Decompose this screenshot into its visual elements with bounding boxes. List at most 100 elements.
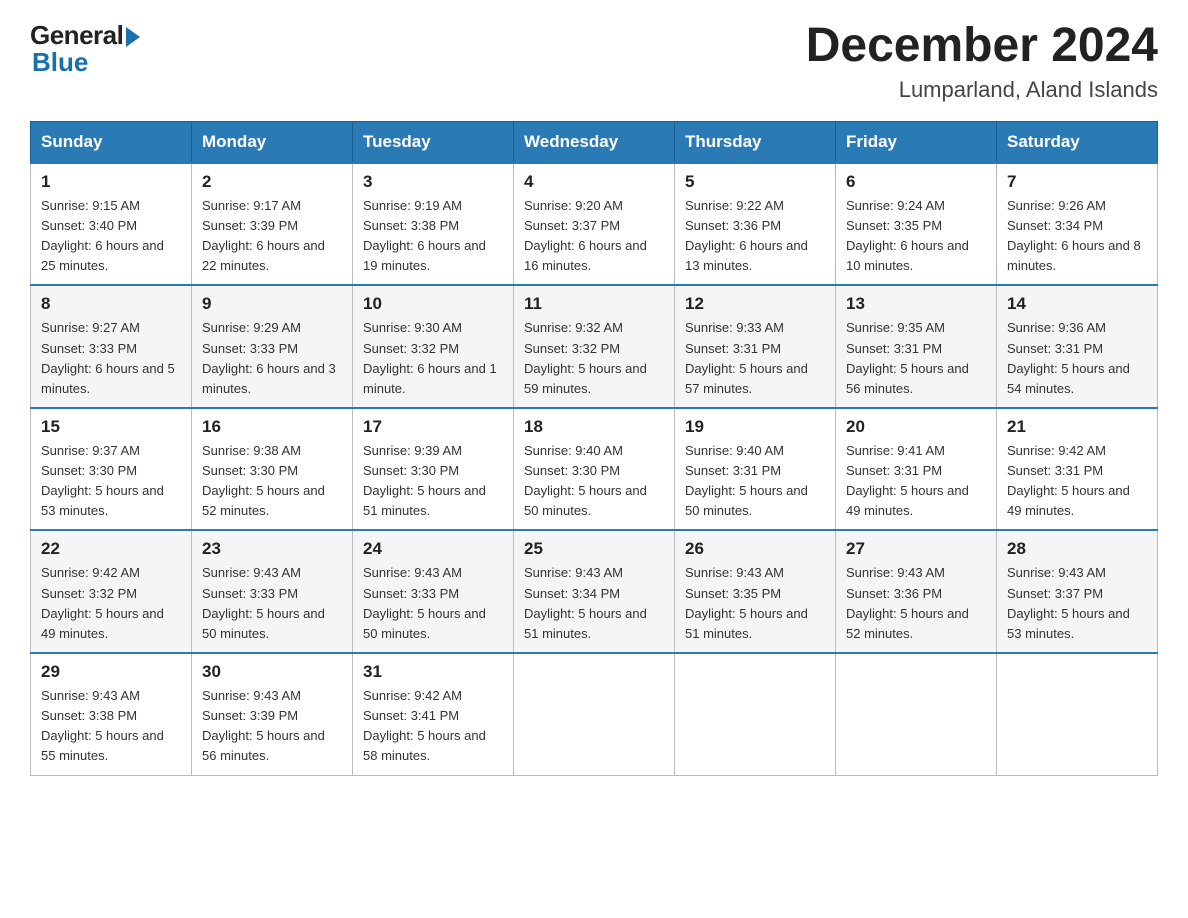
- calendar-week-3: 15 Sunrise: 9:37 AM Sunset: 3:30 PM Dayl…: [31, 408, 1158, 531]
- table-row: 2 Sunrise: 9:17 AM Sunset: 3:39 PM Dayli…: [192, 163, 353, 286]
- day-info: Sunrise: 9:29 AM Sunset: 3:33 PM Dayligh…: [202, 318, 342, 399]
- day-info: Sunrise: 9:33 AM Sunset: 3:31 PM Dayligh…: [685, 318, 825, 399]
- day-number: 7: [1007, 172, 1147, 192]
- table-row: 26 Sunrise: 9:43 AM Sunset: 3:35 PM Dayl…: [675, 530, 836, 653]
- day-info: Sunrise: 9:41 AM Sunset: 3:31 PM Dayligh…: [846, 441, 986, 522]
- day-number: 31: [363, 662, 503, 682]
- day-info: Sunrise: 9:43 AM Sunset: 3:35 PM Dayligh…: [685, 563, 825, 644]
- day-number: 27: [846, 539, 986, 559]
- table-row: 10 Sunrise: 9:30 AM Sunset: 3:32 PM Dayl…: [353, 285, 514, 408]
- page-subtitle: Lumparland, Aland Islands: [806, 77, 1158, 103]
- col-sunday: Sunday: [31, 121, 192, 163]
- table-row: 19 Sunrise: 9:40 AM Sunset: 3:31 PM Dayl…: [675, 408, 836, 531]
- table-row: 20 Sunrise: 9:41 AM Sunset: 3:31 PM Dayl…: [836, 408, 997, 531]
- day-info: Sunrise: 9:26 AM Sunset: 3:34 PM Dayligh…: [1007, 196, 1147, 277]
- logo: General Blue: [30, 20, 140, 78]
- table-row: 3 Sunrise: 9:19 AM Sunset: 3:38 PM Dayli…: [353, 163, 514, 286]
- col-wednesday: Wednesday: [514, 121, 675, 163]
- day-info: Sunrise: 9:15 AM Sunset: 3:40 PM Dayligh…: [41, 196, 181, 277]
- day-number: 12: [685, 294, 825, 314]
- table-row: 25 Sunrise: 9:43 AM Sunset: 3:34 PM Dayl…: [514, 530, 675, 653]
- day-number: 1: [41, 172, 181, 192]
- day-info: Sunrise: 9:24 AM Sunset: 3:35 PM Dayligh…: [846, 196, 986, 277]
- day-number: 20: [846, 417, 986, 437]
- title-section: December 2024 Lumparland, Aland Islands: [806, 20, 1158, 103]
- day-number: 17: [363, 417, 503, 437]
- page-header: General Blue December 2024 Lumparland, A…: [30, 20, 1158, 103]
- day-info: Sunrise: 9:42 AM Sunset: 3:32 PM Dayligh…: [41, 563, 181, 644]
- table-row: 21 Sunrise: 9:42 AM Sunset: 3:31 PM Dayl…: [997, 408, 1158, 531]
- table-row: 17 Sunrise: 9:39 AM Sunset: 3:30 PM Dayl…: [353, 408, 514, 531]
- col-saturday: Saturday: [997, 121, 1158, 163]
- calendar-week-4: 22 Sunrise: 9:42 AM Sunset: 3:32 PM Dayl…: [31, 530, 1158, 653]
- day-number: 16: [202, 417, 342, 437]
- day-number: 2: [202, 172, 342, 192]
- logo-triangle-icon: [126, 27, 140, 47]
- calendar-header-row: Sunday Monday Tuesday Wednesday Thursday…: [31, 121, 1158, 163]
- day-number: 8: [41, 294, 181, 314]
- day-info: Sunrise: 9:42 AM Sunset: 3:31 PM Dayligh…: [1007, 441, 1147, 522]
- day-number: 19: [685, 417, 825, 437]
- day-info: Sunrise: 9:43 AM Sunset: 3:33 PM Dayligh…: [363, 563, 503, 644]
- day-info: Sunrise: 9:38 AM Sunset: 3:30 PM Dayligh…: [202, 441, 342, 522]
- day-info: Sunrise: 9:20 AM Sunset: 3:37 PM Dayligh…: [524, 196, 664, 277]
- day-number: 22: [41, 539, 181, 559]
- col-friday: Friday: [836, 121, 997, 163]
- table-row: 4 Sunrise: 9:20 AM Sunset: 3:37 PM Dayli…: [514, 163, 675, 286]
- day-number: 30: [202, 662, 342, 682]
- day-number: 21: [1007, 417, 1147, 437]
- logo-blue-text: Blue: [30, 47, 88, 78]
- table-row: [997, 653, 1158, 775]
- day-number: 15: [41, 417, 181, 437]
- table-row: 7 Sunrise: 9:26 AM Sunset: 3:34 PM Dayli…: [997, 163, 1158, 286]
- table-row: 14 Sunrise: 9:36 AM Sunset: 3:31 PM Dayl…: [997, 285, 1158, 408]
- calendar-table: Sunday Monday Tuesday Wednesday Thursday…: [30, 121, 1158, 776]
- day-info: Sunrise: 9:43 AM Sunset: 3:34 PM Dayligh…: [524, 563, 664, 644]
- table-row: 9 Sunrise: 9:29 AM Sunset: 3:33 PM Dayli…: [192, 285, 353, 408]
- table-row: 15 Sunrise: 9:37 AM Sunset: 3:30 PM Dayl…: [31, 408, 192, 531]
- table-row: [836, 653, 997, 775]
- table-row: 12 Sunrise: 9:33 AM Sunset: 3:31 PM Dayl…: [675, 285, 836, 408]
- table-row: 13 Sunrise: 9:35 AM Sunset: 3:31 PM Dayl…: [836, 285, 997, 408]
- day-info: Sunrise: 9:27 AM Sunset: 3:33 PM Dayligh…: [41, 318, 181, 399]
- calendar-week-5: 29 Sunrise: 9:43 AM Sunset: 3:38 PM Dayl…: [31, 653, 1158, 775]
- day-info: Sunrise: 9:43 AM Sunset: 3:33 PM Dayligh…: [202, 563, 342, 644]
- col-thursday: Thursday: [675, 121, 836, 163]
- day-info: Sunrise: 9:19 AM Sunset: 3:38 PM Dayligh…: [363, 196, 503, 277]
- calendar-week-1: 1 Sunrise: 9:15 AM Sunset: 3:40 PM Dayli…: [31, 163, 1158, 286]
- table-row: 18 Sunrise: 9:40 AM Sunset: 3:30 PM Dayl…: [514, 408, 675, 531]
- day-info: Sunrise: 9:39 AM Sunset: 3:30 PM Dayligh…: [363, 441, 503, 522]
- day-number: 10: [363, 294, 503, 314]
- day-info: Sunrise: 9:17 AM Sunset: 3:39 PM Dayligh…: [202, 196, 342, 277]
- day-number: 5: [685, 172, 825, 192]
- day-number: 3: [363, 172, 503, 192]
- day-info: Sunrise: 9:40 AM Sunset: 3:31 PM Dayligh…: [685, 441, 825, 522]
- day-info: Sunrise: 9:35 AM Sunset: 3:31 PM Dayligh…: [846, 318, 986, 399]
- table-row: 11 Sunrise: 9:32 AM Sunset: 3:32 PM Dayl…: [514, 285, 675, 408]
- day-number: 4: [524, 172, 664, 192]
- day-info: Sunrise: 9:30 AM Sunset: 3:32 PM Dayligh…: [363, 318, 503, 399]
- day-info: Sunrise: 9:43 AM Sunset: 3:39 PM Dayligh…: [202, 686, 342, 767]
- day-info: Sunrise: 9:32 AM Sunset: 3:32 PM Dayligh…: [524, 318, 664, 399]
- table-row: 24 Sunrise: 9:43 AM Sunset: 3:33 PM Dayl…: [353, 530, 514, 653]
- day-info: Sunrise: 9:37 AM Sunset: 3:30 PM Dayligh…: [41, 441, 181, 522]
- day-info: Sunrise: 9:40 AM Sunset: 3:30 PM Dayligh…: [524, 441, 664, 522]
- day-number: 25: [524, 539, 664, 559]
- table-row: 6 Sunrise: 9:24 AM Sunset: 3:35 PM Dayli…: [836, 163, 997, 286]
- table-row: 27 Sunrise: 9:43 AM Sunset: 3:36 PM Dayl…: [836, 530, 997, 653]
- table-row: 8 Sunrise: 9:27 AM Sunset: 3:33 PM Dayli…: [31, 285, 192, 408]
- table-row: 23 Sunrise: 9:43 AM Sunset: 3:33 PM Dayl…: [192, 530, 353, 653]
- day-info: Sunrise: 9:43 AM Sunset: 3:38 PM Dayligh…: [41, 686, 181, 767]
- day-number: 29: [41, 662, 181, 682]
- day-info: Sunrise: 9:22 AM Sunset: 3:36 PM Dayligh…: [685, 196, 825, 277]
- col-monday: Monday: [192, 121, 353, 163]
- table-row: 31 Sunrise: 9:42 AM Sunset: 3:41 PM Dayl…: [353, 653, 514, 775]
- day-number: 23: [202, 539, 342, 559]
- day-number: 28: [1007, 539, 1147, 559]
- day-info: Sunrise: 9:42 AM Sunset: 3:41 PM Dayligh…: [363, 686, 503, 767]
- table-row: 30 Sunrise: 9:43 AM Sunset: 3:39 PM Dayl…: [192, 653, 353, 775]
- day-info: Sunrise: 9:43 AM Sunset: 3:37 PM Dayligh…: [1007, 563, 1147, 644]
- table-row: [514, 653, 675, 775]
- table-row: 5 Sunrise: 9:22 AM Sunset: 3:36 PM Dayli…: [675, 163, 836, 286]
- table-row: 22 Sunrise: 9:42 AM Sunset: 3:32 PM Dayl…: [31, 530, 192, 653]
